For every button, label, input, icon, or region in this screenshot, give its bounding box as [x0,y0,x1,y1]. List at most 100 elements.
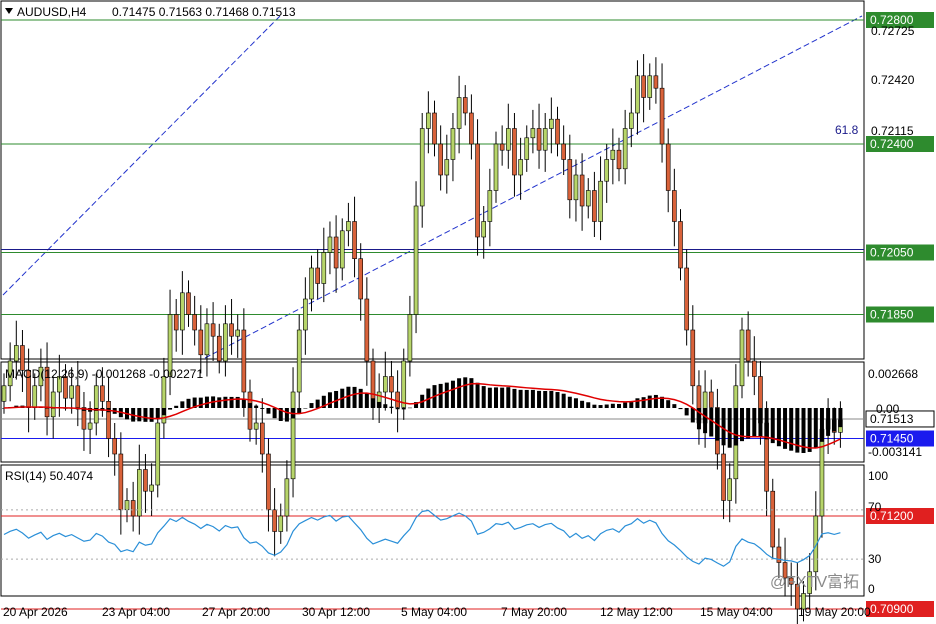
time-label: 30 Apr 12:00 [302,605,370,619]
candle-bear [272,509,277,532]
candle-bear [143,469,148,492]
candle-bull [542,128,548,151]
macd-bar [543,391,548,408]
candle-bear [229,323,234,337]
time-label: 12 May 12:00 [600,605,673,619]
macd-bar [309,403,314,408]
macd-bar [315,399,320,408]
candle-bull [284,478,290,517]
candle-bear [75,385,81,408]
candle-bear [173,314,179,331]
candle-bull [635,75,640,114]
candle-bull [585,190,591,207]
trendlines-layer [2,13,863,359]
candle-bull [69,385,74,399]
price-tick: 0.72115 [871,124,914,138]
price-tag-label: 0.70900 [870,602,914,616]
candle-bull [1,385,7,402]
candle-bull [493,143,499,191]
candle-bull [573,174,579,201]
macd-bar [819,408,824,442]
candle-bull [14,345,19,362]
macd-bar [248,403,252,408]
macd-bar [186,398,191,408]
price-tag-label: 0.71450 [870,432,914,446]
candle-bear [358,258,364,300]
macd-bar [241,399,246,408]
time-label: 20 Apr 2026 [3,605,68,619]
macd-bar [832,408,837,432]
candle-bear [130,500,136,517]
price-tags-layer: 0.728000.724000.720500.718500.714500.712… [865,12,935,617]
macd-bar [364,393,369,408]
rsi-panel-frame [0,464,865,597]
macd-bar [358,388,363,408]
macd-bar [703,408,708,434]
price-tick: 0.72725 [871,24,915,38]
macd-bar [475,382,480,408]
macd-bar [457,378,462,408]
macd-bar [635,398,640,408]
macd-bar [537,390,542,408]
macd-bar [580,400,585,408]
candle-bear [395,391,400,408]
price-tag-label: 0.71850 [870,308,914,322]
candle-bear [462,97,468,114]
macd-bar [518,389,523,408]
macd-bar [678,408,683,410]
chart-canvas[interactable]: 0.728000.724000.720500.718500.714500.712… [0,0,936,624]
macd-bar [764,408,769,440]
dropdown-triangle-icon[interactable] [5,8,13,14]
macd-bar [327,392,332,408]
candle-bear [247,391,253,430]
candle-bull [518,159,523,176]
candle-bull [450,128,456,160]
candle-bull [161,376,167,424]
candle-bull [647,75,653,98]
macd-bar [377,401,382,408]
candle-bull [505,128,511,151]
rsi-tick: 30 [868,552,882,566]
candle-bull [444,159,450,176]
candle-bull [727,478,733,501]
candle-bull [346,221,351,232]
candle-bull [481,221,487,238]
candle-bull [407,314,413,362]
price-panel-frame [0,0,865,360]
macd-tick: 0.002668 [868,367,918,381]
candle-bull [149,484,154,492]
macd-bar [647,395,652,408]
candle-bull [223,323,228,362]
candle-bull [32,385,38,408]
candle-bull [598,180,603,222]
candle-bear [352,221,357,260]
macd-bar [826,408,831,436]
candle-bull [530,128,536,139]
candle-bear [186,292,191,315]
macd-bar [727,408,732,448]
candle-bear [579,174,585,207]
candle-bear [653,75,659,89]
candle-bull [50,391,56,418]
macd-bar [137,408,142,422]
candle-bull [622,128,628,170]
candle-bull [339,230,345,269]
macd-bar [180,401,185,408]
macd-bar [223,396,228,408]
macd-bar [506,387,511,408]
macd-bar [512,388,517,408]
macd-bar [407,407,412,409]
candle-bear [678,221,683,269]
candle-bull [137,469,142,517]
candle-bull [235,329,240,337]
macd-bar [653,394,658,408]
macd-bar [481,386,486,408]
candles-layer [1,54,843,624]
candle-bull [327,236,333,253]
macd-bar [254,405,259,408]
candle-bear [241,329,247,393]
candle-bull [426,112,431,129]
macd-bar [389,406,394,408]
macd-bar [813,408,818,449]
candle-bear [708,391,714,408]
